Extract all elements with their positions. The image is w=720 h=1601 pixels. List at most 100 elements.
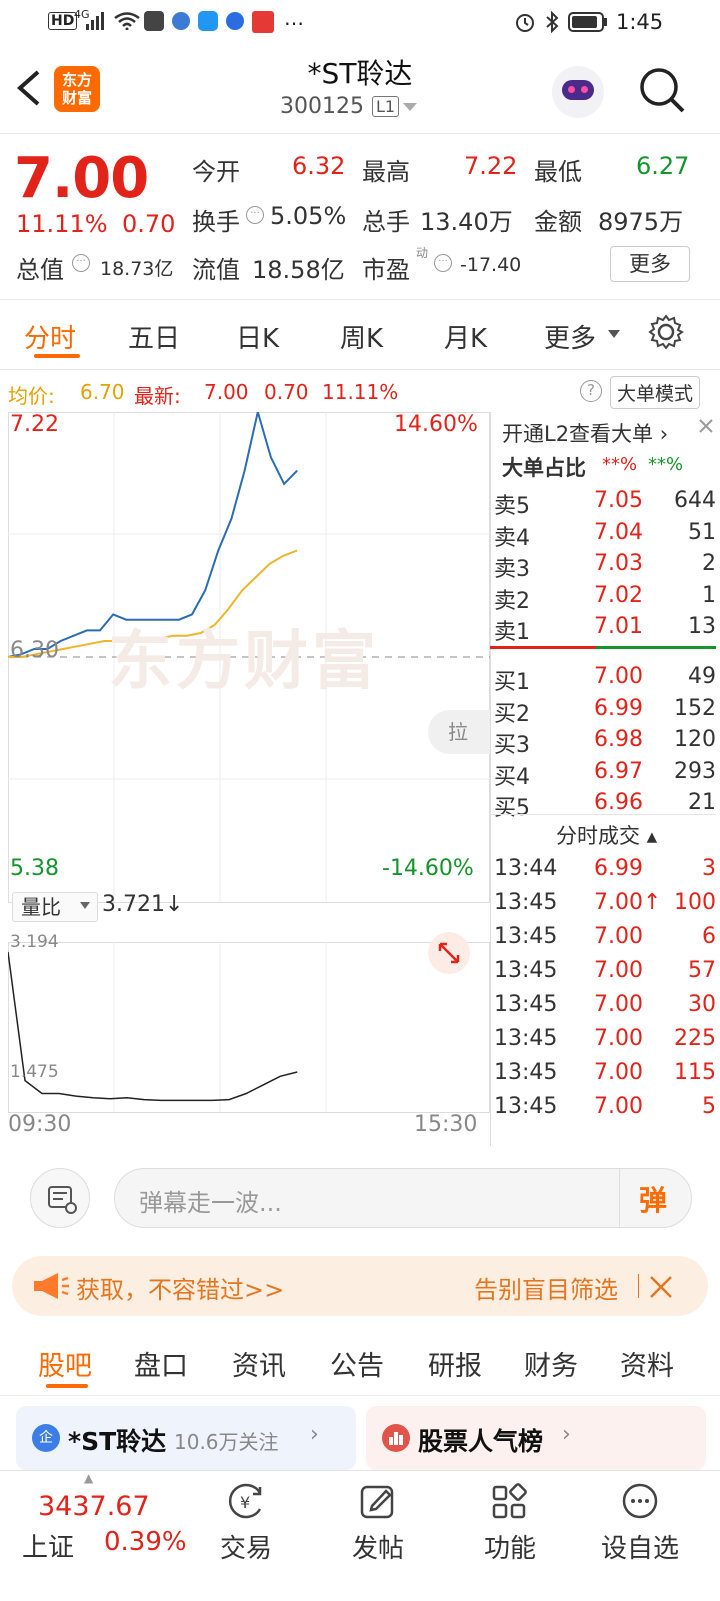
- bid-level-label: 买5: [494, 796, 530, 821]
- bid-level-label: 买1: [494, 670, 530, 695]
- danmu-input-bar: 弹幕走一波... 弹: [0, 1146, 720, 1256]
- tab-financials[interactable]: 财务: [524, 1344, 578, 1383]
- trade-time: 13:45: [494, 1026, 558, 1051]
- eastmoney-logo[interactable]: 东方 财富: [54, 66, 100, 112]
- trade-row[interactable]: 13:45 7.00 225: [490, 1026, 716, 1058]
- info-icon[interactable]: ···: [246, 206, 264, 224]
- close-icon[interactable]: [696, 416, 716, 436]
- tab-more[interactable]: 更多: [544, 318, 596, 355]
- trade-volume: 3: [702, 856, 716, 881]
- volume-ratio-bottom: 1.475: [10, 1062, 59, 1082]
- trade-row[interactable]: 13:45 7.00 30: [490, 992, 716, 1024]
- trade-row[interactable]: 13:45 7.00 57: [490, 958, 716, 990]
- help-icon[interactable]: ?: [580, 380, 602, 402]
- ask-row[interactable]: 卖4 7.04 51: [490, 520, 716, 552]
- watermark: 东方财富: [108, 625, 380, 699]
- trade-row[interactable]: 13:45 7.00 6: [490, 924, 716, 956]
- index-ticker[interactable]: ▲ 3437.67 上证 0.39%: [0, 1471, 190, 1601]
- danmu-input[interactable]: 弹幕走一波... 弹: [114, 1168, 692, 1228]
- ask-row[interactable]: 卖5 7.05 644: [490, 488, 716, 520]
- trade-icon: ¥: [228, 1483, 262, 1519]
- bid-row[interactable]: 买5 6.96 21: [490, 790, 716, 822]
- ask-price: 7.03: [594, 551, 643, 576]
- nav-trade[interactable]: ¥ 交易: [186, 1481, 306, 1565]
- tab-news[interactable]: 资讯: [232, 1344, 286, 1383]
- bid-price: 6.96: [594, 790, 643, 815]
- tab-five-day[interactable]: 五日: [128, 318, 180, 355]
- latest-change: 0.70: [264, 380, 309, 404]
- info-icon[interactable]: ···: [434, 254, 452, 272]
- market-cap-value: 18.73亿: [100, 258, 174, 280]
- tick-trades-title[interactable]: 分时成交 ▴: [556, 820, 657, 850]
- pe-value: -17.40: [460, 254, 522, 276]
- tab-weekly-k[interactable]: 周K: [340, 318, 383, 355]
- ask-row[interactable]: 卖1 7.01 13: [490, 614, 716, 646]
- ask-price: 7.01: [594, 614, 643, 639]
- large-order-ratio-label: 大单占比: [502, 456, 586, 480]
- ask-row[interactable]: 卖2 7.02 1: [490, 583, 716, 615]
- nav-post[interactable]: 发帖: [318, 1481, 438, 1565]
- trade-row[interactable]: 13:45 7.00↑ 100: [490, 890, 716, 922]
- popularity-rank-card[interactable]: 股票人气榜 ›: [366, 1406, 706, 1470]
- clock: 1:45: [616, 10, 664, 34]
- ask-price: 7.04: [594, 519, 643, 545]
- bid-row[interactable]: 买3 6.98 120: [490, 727, 716, 759]
- more-dots-icon: [622, 1483, 658, 1519]
- index-name: 上证: [22, 1533, 75, 1563]
- info-icon[interactable]: ···: [72, 254, 90, 272]
- tab-research[interactable]: 研报: [428, 1344, 482, 1383]
- danmu-settings-icon[interactable]: [30, 1168, 90, 1228]
- tab-more-dropdown-icon[interactable]: [608, 330, 620, 338]
- tab-profile[interactable]: 资料: [620, 1344, 674, 1383]
- promo-text-secondary: 告别盲目筛选: [474, 1276, 618, 1304]
- ask-level-label: 卖5: [494, 494, 530, 519]
- latest-price-value: 7.00: [204, 380, 249, 404]
- app-notification-icon: [144, 11, 164, 31]
- gear-icon[interactable]: [648, 314, 684, 350]
- robot-assistant-icon[interactable]: [552, 66, 604, 118]
- level-dropdown-icon[interactable]: [402, 102, 418, 112]
- bid-row[interactable]: 买4 6.97 293: [490, 759, 716, 791]
- ask-price: 7.02: [594, 582, 643, 608]
- l2-upgrade-link[interactable]: 开通L2查看大单 ›: [502, 418, 668, 448]
- nav-add-watchlist[interactable]: 设自选: [580, 1481, 700, 1565]
- tab-forum[interactable]: 股吧: [38, 1344, 92, 1383]
- signal-icon: [86, 12, 104, 30]
- divider: [490, 814, 716, 815]
- promo-banner[interactable]: 获取，不容错过>> 告别盲目筛选: [12, 1256, 708, 1316]
- danmu-toggle-button[interactable]: 弹: [639, 1179, 667, 1219]
- close-icon[interactable]: [648, 1274, 674, 1300]
- tab-daily-k[interactable]: 日K: [236, 318, 279, 355]
- bid-row[interactable]: 买2 6.99 152: [490, 696, 716, 728]
- stock-forum-card[interactable]: 企 *ST聆达 10.6万关注 ›: [16, 1406, 356, 1470]
- tab-order-book[interactable]: 盘口: [134, 1344, 188, 1383]
- nav-functions[interactable]: 功能: [450, 1481, 570, 1565]
- intraday-chart-svg: [8, 412, 490, 1113]
- change-amount: 0.70: [122, 210, 176, 238]
- tab-announcements[interactable]: 公告: [330, 1344, 384, 1383]
- ask-row[interactable]: 卖3 7.03 2: [490, 551, 716, 583]
- pull-drawer-handle[interactable]: 拉: [428, 710, 490, 754]
- intraday-chart[interactable]: 东方财富 7.22 14.60% 6.30 5.38 -14.60% 拉 量比 …: [8, 412, 490, 1144]
- level-badge[interactable]: L1: [372, 96, 400, 117]
- time-axis-end: 15:30: [414, 1112, 478, 1137]
- indicator-dropdown-icon[interactable]: [80, 902, 90, 910]
- paw-notification-icon: [226, 12, 244, 30]
- expand-icon[interactable]: [428, 932, 470, 974]
- trade-price: 7.00: [594, 992, 643, 1017]
- active-tab-indicator: [34, 354, 80, 358]
- amount-value: 8975万: [598, 208, 684, 236]
- trade-row[interactable]: 13:45 7.00 115: [490, 1060, 716, 1092]
- trade-time: 13:45: [494, 1060, 558, 1085]
- trade-row[interactable]: 13:45 7.00 5: [490, 1094, 716, 1126]
- back-icon[interactable]: [14, 68, 44, 108]
- stock-code: 300125: [280, 94, 364, 119]
- bid-volume: 21: [688, 790, 716, 815]
- bid-row[interactable]: 买1 7.00 49: [490, 664, 716, 696]
- large-order-mode-button[interactable]: 大单模式: [610, 376, 701, 409]
- tab-monthly-k[interactable]: 月K: [444, 318, 487, 355]
- more-button[interactable]: 更多: [610, 246, 690, 282]
- tab-intraday[interactable]: 分时: [24, 318, 76, 355]
- search-icon[interactable]: [638, 66, 686, 114]
- trade-row[interactable]: 13:44 6.99 3: [490, 856, 716, 888]
